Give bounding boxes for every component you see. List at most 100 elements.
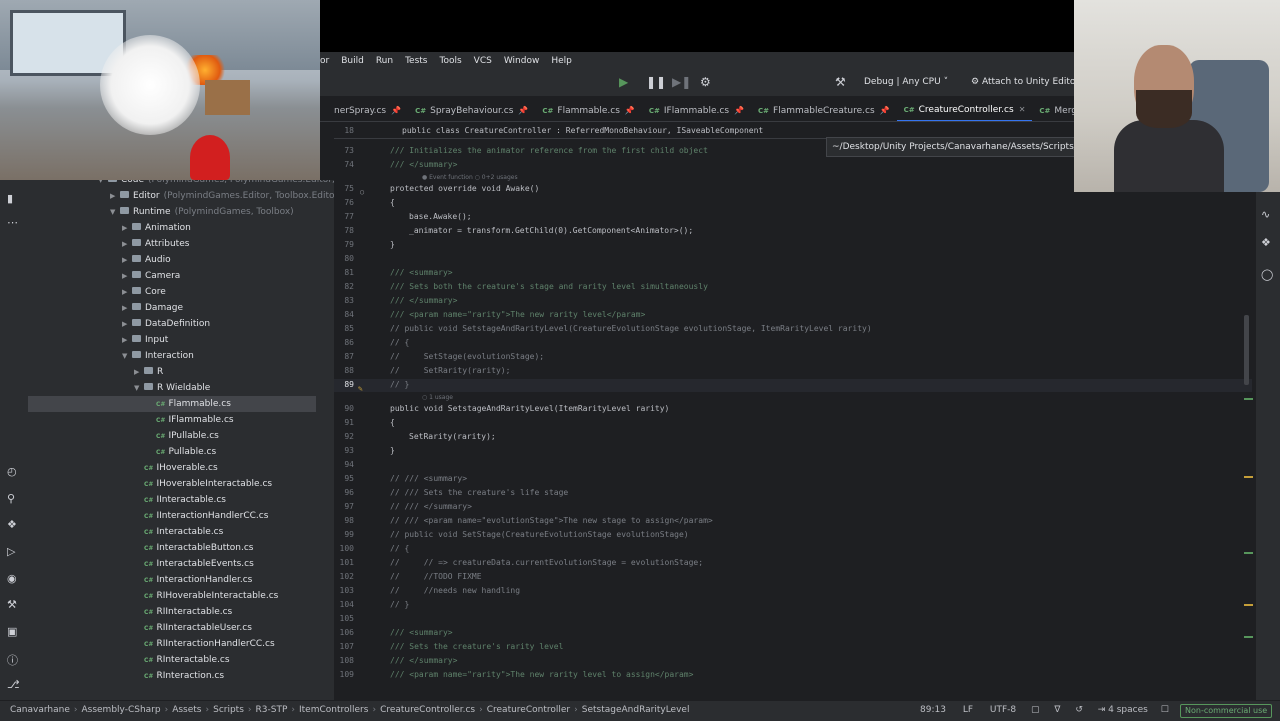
hammer-icon[interactable]: ⚒ (835, 75, 846, 89)
edit-gutter-icon[interactable]: ✎ (358, 384, 363, 393)
caret-position[interactable]: 89:13 (920, 705, 946, 715)
pin-icon[interactable]: 📌 (734, 106, 744, 115)
menu-item-tests[interactable]: Tests (405, 56, 427, 66)
menu-item-help[interactable]: Help (551, 56, 572, 66)
breadcrumb-item[interactable]: Scripts (213, 705, 244, 715)
scrollbar[interactable] (1244, 315, 1249, 385)
breadcrumb-item[interactable]: ItemControllers (299, 705, 368, 715)
search-icon[interactable]: ⚲ (7, 492, 15, 505)
pin-icon[interactable]: 📌 (518, 106, 528, 115)
debug-icon[interactable]: ⚙ (700, 75, 711, 89)
code-line[interactable]: protected override void Awake() (390, 184, 539, 193)
tree-folder[interactable]: ▶ R (28, 364, 316, 380)
tree-file[interactable]: C# InteractionHandler.cs (28, 572, 316, 588)
code-line[interactable]: /// <param name="rarity">The new rarity … (390, 310, 645, 319)
inspection-icon[interactable]: ▢ (1031, 705, 1040, 715)
code-line[interactable]: { (390, 198, 395, 207)
sticky-class-header[interactable]: public class CreatureController : Referr… (402, 126, 763, 135)
bookmark-icon[interactable]: ▮ (7, 192, 13, 205)
tree-folder[interactable]: ▶ Damage (28, 300, 316, 316)
code-line[interactable]: } (390, 240, 395, 249)
code-line[interactable]: /// Sets both the creature's stage and r… (390, 282, 708, 291)
pin-icon[interactable]: 📌 (625, 106, 635, 115)
tree-file[interactable]: C# RIInteractable.cs (28, 604, 316, 620)
tab-iflammable[interactable]: C# IFlammable.cs 📌 (642, 100, 751, 121)
chevron-right-icon[interactable]: ▶ (122, 300, 132, 316)
breadcrumb-item[interactable]: Assets (172, 705, 201, 715)
code-line[interactable]: // /// <param name="evolutionStage">The … (390, 516, 713, 525)
tab-flammable[interactable]: C# Flammable.cs 📌 (535, 100, 641, 121)
tree-folder[interactable]: ▶ Input (28, 332, 316, 348)
attach-unity-button[interactable]: ⚙ Attach to Unity Editor (971, 77, 1079, 87)
tab-creaturecontroller[interactable]: C# CreatureController.cs ✕ (896, 100, 1033, 121)
tree-folder[interactable]: ▶ Audio (28, 252, 316, 268)
tree-file[interactable]: C# IPullable.cs (28, 428, 316, 444)
run-tool-icon[interactable]: ▷ (7, 545, 15, 558)
step-icon[interactable]: ▶❚ (672, 75, 691, 89)
more-icon[interactable]: ⋯ (7, 216, 18, 229)
tree-file[interactable]: C# RInteractable.cs (28, 652, 316, 668)
wave-icon[interactable]: ∿ (1261, 208, 1270, 221)
chevron-down-icon[interactable]: ▼ (134, 380, 144, 396)
line-ending[interactable]: LF (963, 705, 973, 715)
tree-file[interactable]: C# IHoverableInteractable.cs (28, 476, 316, 492)
chevron-right-icon[interactable]: ▶ (122, 252, 132, 268)
terminal-icon[interactable]: ▣ (7, 625, 17, 638)
code-line[interactable]: /// </summary> (390, 656, 457, 665)
sync-icon[interactable]: ↺ (1075, 705, 1083, 715)
tree-file[interactable]: C# InteractableButton.cs (28, 540, 316, 556)
tree-file[interactable]: C# IInteractionHandlerCC.cs (28, 508, 316, 524)
tree-file[interactable]: C# Pullable.cs (28, 444, 316, 460)
pause-icon[interactable]: ❚❚ (646, 75, 666, 89)
license-badge[interactable]: Non-commercial use (1180, 704, 1273, 718)
code-line[interactable]: // { (390, 544, 409, 553)
tree-folder[interactable]: ▶ Attributes (28, 236, 316, 252)
tree-file[interactable]: C# RIInteractableUser.cs (28, 620, 316, 636)
tree-folder[interactable]: ▶ DataDefinition (28, 316, 316, 332)
tree-folder[interactable]: ▼ Runtime (PolymindGames, Toolbox) (28, 204, 316, 220)
menu-item-vcs[interactable]: VCS (474, 56, 492, 66)
tree-file[interactable]: C# InteractableEvents.cs (28, 556, 316, 572)
code-line[interactable]: /// <summary> (390, 628, 453, 637)
tree-file[interactable]: C# IInteractable.cs (28, 492, 316, 508)
code-line[interactable]: // } (390, 600, 409, 609)
code-line[interactable]: public void SetstageAndRarityLevel(ItemR… (390, 404, 669, 413)
shield-icon[interactable]: ◯ (1261, 268, 1273, 281)
chevron-right-icon[interactable]: ▶ (122, 220, 132, 236)
breadcrumb-item[interactable]: CreatureController.cs (380, 705, 475, 715)
tree-folder[interactable]: ▼ Interaction (28, 348, 316, 364)
chevron-down-icon[interactable]: ▼ (98, 180, 108, 188)
clock-icon[interactable]: ◴ (7, 465, 17, 478)
code-editor[interactable]: 18 public class CreatureController : Refe… (334, 122, 1252, 694)
tree-folder[interactable]: ▼ R Wieldable (28, 380, 316, 396)
code-line[interactable]: // SetStage(evolutionStage); (390, 352, 544, 361)
code-line[interactable]: // public void SetStage(CreatureEvolutio… (390, 530, 689, 539)
gem-icon[interactable]: ❖ (1261, 236, 1271, 249)
chevron-right-icon[interactable]: ▶ (134, 364, 144, 380)
code-line[interactable]: // SetRarity(rarity); (390, 366, 510, 375)
tab-mergemachine[interactable]: C#MergeMachine (1032, 100, 1080, 121)
code-vision-hint[interactable]: ○ 1 usage (422, 394, 453, 401)
debug-tool-icon[interactable]: ◉ (7, 572, 17, 585)
tree-folder[interactable]: ▶ Camera (28, 268, 316, 284)
code-line[interactable]: // // => creatureData.currentEvolutionSt… (390, 558, 703, 567)
menu-item-partial[interactable]: or (320, 56, 329, 66)
code-line[interactable]: SetRarity(rarity); (409, 432, 496, 441)
breadcrumb-item[interactable]: R3-STP (256, 705, 288, 715)
encoding[interactable]: UTF-8 (990, 705, 1016, 715)
chevron-right-icon[interactable]: ▶ (122, 268, 132, 284)
code-line[interactable]: // { (390, 338, 409, 347)
code-line[interactable]: // } (390, 380, 409, 389)
code-line[interactable]: /// <param name="rarity">The new rarity … (390, 670, 693, 679)
problems-icon[interactable]: ⓘ (7, 652, 18, 668)
chevron-right-icon[interactable]: ▶ (122, 284, 132, 300)
chevron-right-icon[interactable]: ▶ (110, 188, 120, 204)
code-line[interactable]: _animator = transform.GetChild(0).GetCom… (409, 226, 693, 235)
code-line[interactable]: /// Sets the creature's rarity level (390, 642, 563, 651)
tree-folder[interactable]: ▶ Core (28, 284, 316, 300)
code-line[interactable]: } (390, 446, 395, 455)
code-line[interactable]: // //TODO FIXME (390, 572, 482, 581)
chevron-icon[interactable]: ∇ (1054, 705, 1060, 715)
tree-file[interactable]: C# Interactable.cs (28, 524, 316, 540)
code-line[interactable]: base.Awake(); (409, 212, 472, 221)
